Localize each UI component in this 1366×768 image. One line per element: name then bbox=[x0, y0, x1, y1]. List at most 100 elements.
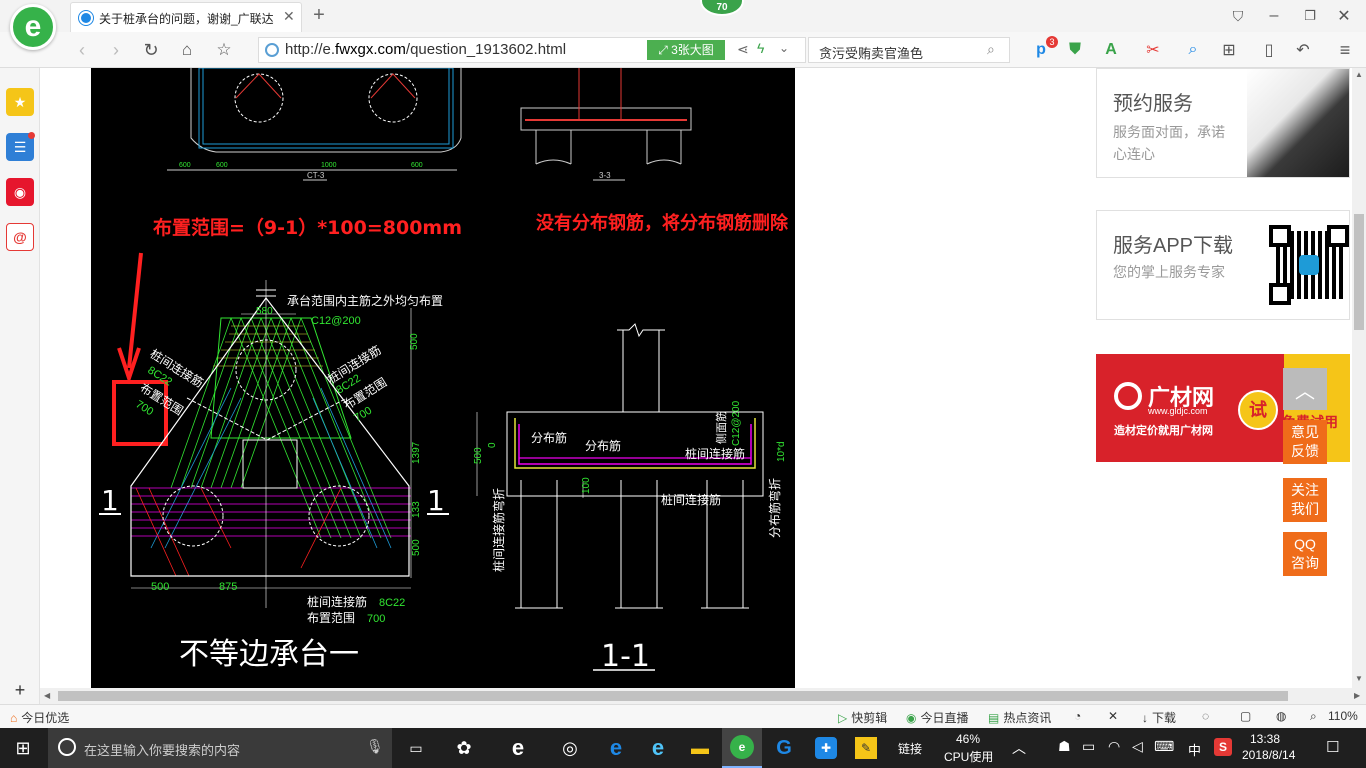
card2-title: 服务APP下载 bbox=[1113, 235, 1234, 257]
notification-icon[interactable]: ☐ bbox=[1326, 738, 1339, 756]
app-fan-icon[interactable]: ✿ bbox=[448, 728, 480, 768]
mute-icon[interactable]: ◍ bbox=[1276, 709, 1286, 723]
dist-bar-bend-label: 分布筋弯折 bbox=[767, 478, 782, 538]
browser-taskbar-icon[interactable]: e bbox=[722, 728, 762, 768]
app-g-icon[interactable]: G bbox=[768, 728, 800, 768]
zoom-search-icon[interactable]: ⌕ bbox=[1182, 39, 1204, 61]
taskbar-search[interactable]: 在这里输入你要搜索的内容 🎙 bbox=[48, 728, 392, 768]
tools-icon[interactable]: ✕ bbox=[1108, 709, 1118, 723]
share-icon[interactable]: ⋖ bbox=[737, 41, 749, 58]
quick-edit[interactable]: ▷ 快剪辑 bbox=[838, 709, 887, 726]
phone-icon[interactable]: ▯ bbox=[1258, 39, 1280, 61]
file-explorer-icon[interactable]: ▬ bbox=[684, 728, 716, 768]
window-icon[interactable]: ▢ bbox=[1240, 709, 1251, 723]
start-button[interactable]: ⊞ bbox=[0, 728, 46, 768]
clock-date[interactable]: 2018/8/14 bbox=[1242, 748, 1295, 762]
zoom-search-icon[interactable]: ⌕ bbox=[1310, 709, 1317, 724]
feedback-button[interactable]: 意见反馈 bbox=[1283, 420, 1327, 464]
keyboard-icon[interactable]: ⌨ bbox=[1154, 738, 1174, 755]
tab-active[interactable]: 关于桩承台的问题，谢谢_广联达 ✕ bbox=[70, 2, 302, 32]
search-input[interactable]: 贪污受贿卖官渔色 bbox=[819, 43, 923, 62]
layout-range-bottom: 布置范围 bbox=[307, 611, 355, 625]
back-button[interactable]: ‹ bbox=[72, 40, 92, 60]
clock-time[interactable]: 13:38 bbox=[1250, 732, 1280, 746]
scissors-icon[interactable]: ✂ bbox=[1142, 39, 1164, 61]
appointment-card[interactable]: 预约服务 服务面对面，承诺心连心 bbox=[1096, 68, 1350, 178]
zoom-level[interactable]: 110% bbox=[1328, 709, 1358, 723]
vertical-scroll-thumb[interactable] bbox=[1354, 214, 1364, 330]
ie-icon[interactable]: e bbox=[642, 728, 674, 768]
close-window-button[interactable]: ✕ bbox=[1334, 6, 1354, 26]
taskbar-search-input[interactable]: 在这里输入你要搜索的内容 bbox=[84, 740, 240, 759]
new-tab-button[interactable]: + bbox=[308, 4, 330, 26]
follow-us-button[interactable]: 关注我们 bbox=[1283, 478, 1327, 522]
shirt-skin-icon[interactable]: ⛉ bbox=[1228, 6, 1248, 26]
edge-icon[interactable]: e bbox=[600, 728, 632, 768]
tab-close-icon[interactable]: ✕ bbox=[283, 8, 295, 25]
search-icon[interactable]: ⌕ bbox=[987, 41, 995, 58]
lightning-icon[interactable]: ϟ bbox=[757, 40, 764, 56]
url-field[interactable]: http://e.fwxgx.com/question_1913602.html… bbox=[258, 37, 806, 63]
image-mode-button[interactable]: ⤢ 3张大图 bbox=[647, 40, 725, 60]
hot-news[interactable]: ▤ 热点资讯 bbox=[988, 709, 1051, 726]
people-icon[interactable]: ☗ bbox=[1058, 738, 1071, 755]
minimize-button[interactable]: – bbox=[1264, 6, 1284, 26]
back-to-top-button[interactable]: ︿ bbox=[1283, 368, 1327, 410]
horizontal-scrollbar[interactable]: ◀ ▶ bbox=[40, 688, 1366, 704]
link-label[interactable]: 链接 bbox=[898, 740, 922, 757]
task-view-icon[interactable]: ▭ bbox=[400, 728, 432, 768]
wifi-icon[interactable]: ◠ bbox=[1108, 738, 1120, 755]
favorite-star-icon[interactable]: ☆ bbox=[213, 39, 235, 61]
volume-icon[interactable]: ◁ bbox=[1132, 738, 1143, 755]
scroll-right-icon[interactable]: ▶ bbox=[1354, 691, 1360, 700]
search-box[interactable]: 贪污受贿卖官渔色 ⌕ bbox=[808, 37, 1010, 63]
section-mark-left: 1 bbox=[101, 484, 119, 517]
scroll-left-icon[interactable]: ◀ bbox=[44, 691, 50, 700]
notepad-icon[interactable]: ✎ bbox=[850, 728, 882, 768]
tray-expand-icon[interactable]: ︿ bbox=[1012, 738, 1026, 758]
battery-icon[interactable]: ▭ bbox=[1082, 738, 1095, 755]
download-icon: ↓ bbox=[1142, 710, 1148, 725]
qq-consult-button[interactable]: QQ咨询 bbox=[1283, 532, 1327, 576]
scroll-down-icon[interactable]: ▼ bbox=[1355, 674, 1363, 683]
shield-icon[interactable]: ⛊ bbox=[1064, 39, 1086, 61]
news-icon: ▤ bbox=[988, 710, 1000, 725]
app-e-icon[interactable]: e bbox=[502, 728, 534, 768]
ad-url: www.gldjc.com bbox=[1148, 406, 1208, 416]
undo-icon[interactable]: ↶ bbox=[1292, 39, 1314, 61]
download-button[interactable]: ↓ 下载 bbox=[1142, 709, 1176, 726]
clean-icon[interactable]: ◌ bbox=[1202, 709, 1209, 723]
translate-icon[interactable]: A bbox=[1100, 39, 1122, 61]
apps-grid-icon[interactable]: ⊞ bbox=[1218, 39, 1240, 61]
mail-at-icon[interactable]: @ bbox=[6, 223, 34, 251]
dist-bar-label-2: 分布筋 bbox=[585, 438, 621, 453]
range-700-bottom: 700 bbox=[367, 613, 385, 625]
notification-dot bbox=[28, 132, 35, 139]
section-mark-right: 1 bbox=[427, 484, 445, 517]
sidebar-add-icon[interactable]: + bbox=[10, 680, 30, 700]
weibo-icon[interactable]: ◉ bbox=[6, 178, 34, 206]
chevron-down-icon[interactable]: ⌄ bbox=[779, 41, 789, 55]
horizontal-scroll-thumb[interactable] bbox=[58, 691, 1288, 701]
app-download-card[interactable]: 服务APP下载 您的掌上服务专家 bbox=[1096, 210, 1350, 320]
scroll-up-icon[interactable]: ▲ bbox=[1355, 70, 1363, 79]
today-live[interactable]: ◉ 今日直播 bbox=[906, 709, 969, 726]
microphone-icon[interactable]: 🎙 bbox=[366, 738, 384, 755]
ad-logo-icon bbox=[1114, 382, 1142, 410]
app-plus-icon[interactable]: ✚ bbox=[810, 728, 842, 768]
today-pick[interactable]: ⌂ 今日优选 bbox=[10, 709, 69, 726]
dim-10d: 10*d bbox=[776, 441, 787, 462]
speed-icon[interactable]: ◔ bbox=[1074, 709, 1081, 723]
vertical-scrollbar[interactable]: ▲ ▼ bbox=[1352, 68, 1366, 688]
forward-button[interactable]: › bbox=[106, 40, 126, 60]
refresh-icon[interactable]: ↻ bbox=[140, 39, 162, 61]
home-icon[interactable]: ⌂ bbox=[176, 39, 198, 61]
menu-icon[interactable]: ≡ bbox=[1334, 39, 1356, 61]
ime-indicator[interactable]: 中 bbox=[1188, 740, 1201, 759]
favorites-star-icon[interactable]: ★ bbox=[6, 88, 34, 116]
browser-logo-icon[interactable]: e bbox=[10, 4, 56, 50]
restore-button[interactable]: ❐ bbox=[1300, 6, 1320, 26]
update-badge[interactable]: 70 bbox=[700, 0, 744, 16]
app-swirl-icon[interactable]: ◎ bbox=[554, 728, 586, 768]
sogou-icon[interactable]: S bbox=[1214, 738, 1232, 756]
